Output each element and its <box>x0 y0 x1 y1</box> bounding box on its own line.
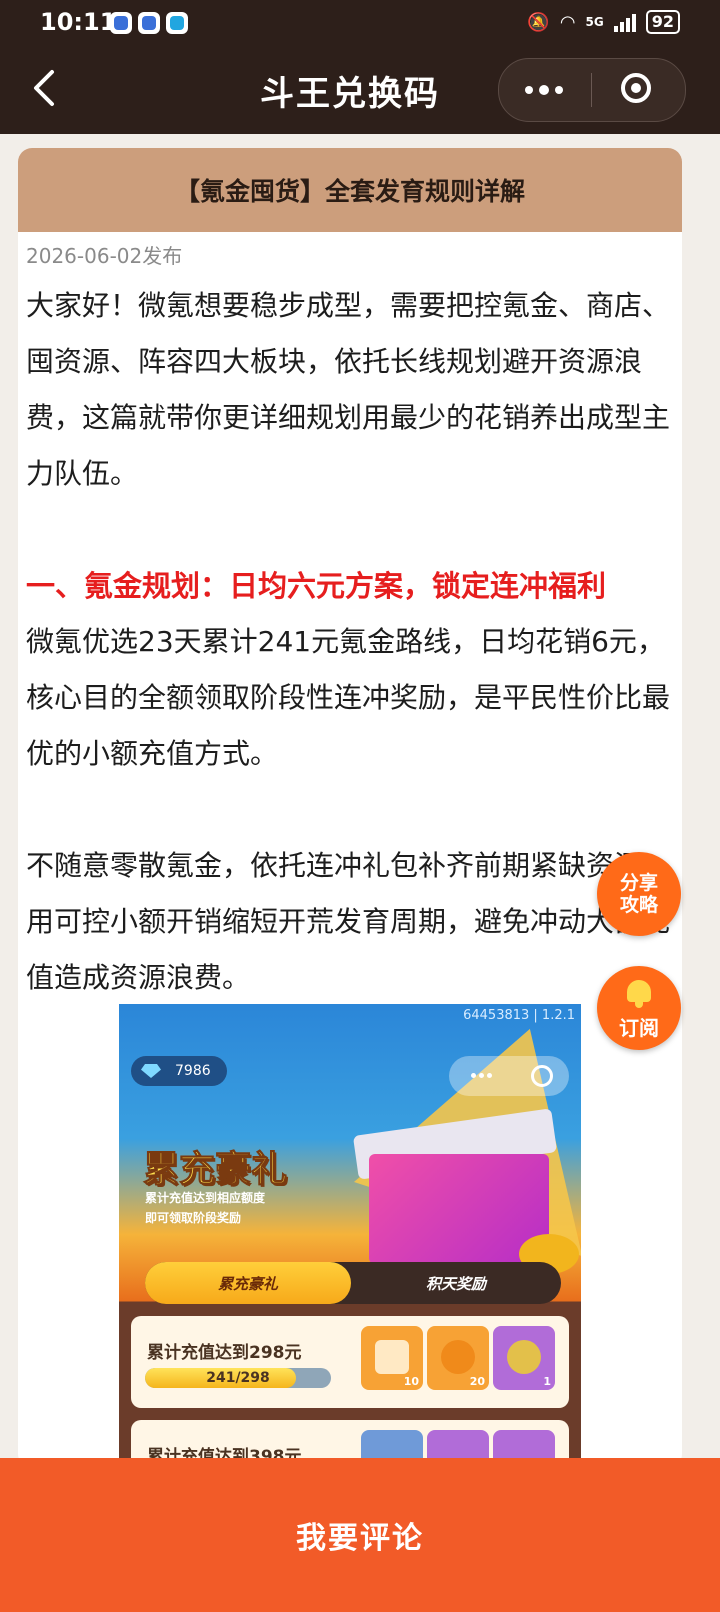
version-label: 64453813 | 1.2.1 <box>463 1008 575 1023</box>
section-paragraph: 不随意零散氪金，依托连冲礼包补齐前期紧缺资源，用可控小额开销缩短开荒发育周期，避… <box>26 849 671 994</box>
mute-icon: 🔕 <box>527 11 550 33</box>
reward-count: 10 <box>403 1375 419 1388</box>
battery-icon: 92 <box>645 10 680 34</box>
subscribe-label: 订阅 <box>619 1016 659 1040</box>
capsule-divider <box>591 73 592 107</box>
inner-capsule <box>449 1056 569 1096</box>
section-paragraph: 微氪优选23天累计241元氪金路线，日均花销6元，核心目的全额领取阶段性连冲奖励… <box>26 625 671 770</box>
diamond-icon <box>141 1064 161 1078</box>
subscribe-button[interactable]: 订阅 <box>597 966 681 1050</box>
close-miniprogram-icon[interactable] <box>621 73 651 103</box>
intro-paragraph: 大家好！微氪想要稳步成型，需要把控氪金、商店、囤资源、阵容四大板块，依托长线规划… <box>26 289 671 490</box>
bell-icon <box>627 980 651 1008</box>
article-card: 【氪金囤货】全套发育规则详解 2026-06-02发布 大家好！微氪想要稳步成型… <box>18 148 682 1468</box>
status-time: 10:11 <box>40 8 117 36</box>
envelope-icon <box>375 1340 409 1374</box>
promo-sub-line: 即可领取阶段奖励 <box>145 1211 242 1225</box>
reward-tabs: 累充豪礼 积天奖励 <box>145 1262 561 1304</box>
app-notification-icon <box>138 12 160 34</box>
reward-label: 累计充值达到298元 <box>147 1343 302 1363</box>
wifi-icon: ◠ <box>559 11 576 33</box>
promo-subtitle: 累计充值达到相应额度 即可领取阶段奖励 <box>145 1188 265 1228</box>
tab-daily: 积天奖励 <box>425 1274 486 1293</box>
signal-icon <box>613 12 636 32</box>
app-notification-icon <box>110 12 132 34</box>
network-label: 5G <box>585 15 604 29</box>
top-bar: 10:11 🔕 ◠ 5G 92 斗王兑换码 <box>0 0 720 134</box>
reward-row: 累计充值达到298元 241/298 10 20 1 <box>131 1316 569 1408</box>
section-title: 一、氪金规划：日均六元方案，锁定连冲福利 <box>26 569 607 603</box>
gem-count: 7986 <box>175 1063 211 1079</box>
status-right: 🔕 ◠ 5G 92 <box>527 10 680 34</box>
reward-progress: 241/298 <box>145 1368 331 1388</box>
notification-icons <box>110 12 188 34</box>
publish-date: 2026-06-02发布 <box>26 244 183 268</box>
promo-sub-line: 累计充值达到相应额度 <box>145 1191 266 1205</box>
share-label: 攻略 <box>619 894 658 916</box>
treasure-icon <box>507 1340 541 1374</box>
more-icon[interactable] <box>525 85 563 95</box>
article-heading: 【氪金囤货】全套发育规则详解 <box>18 148 682 232</box>
share-label: 分享 <box>619 872 658 894</box>
promo-title: 累充豪礼 <box>142 1149 288 1191</box>
reward-progress-text: 241/298 <box>206 1370 270 1386</box>
reward-item: 20 <box>427 1326 489 1390</box>
reward-item: 10 <box>361 1326 423 1390</box>
miniprogram-capsule <box>498 58 686 122</box>
tab-cumulative: 累充豪礼 <box>145 1262 351 1304</box>
reward-item: 1 <box>493 1326 555 1390</box>
reward-count: 1 <box>543 1375 551 1388</box>
share-guide-button[interactable]: 分享 攻略 <box>597 852 681 936</box>
coin-icon <box>441 1340 475 1374</box>
status-bar: 10:11 🔕 ◠ 5G 92 <box>0 0 720 48</box>
comment-button[interactable]: 我要评论 <box>0 1458 720 1612</box>
article-image: 64453813 | 1.2.1 7986 累充豪礼 累计充值达到相应额度 即可… <box>119 1004 581 1468</box>
reward-count: 20 <box>469 1375 485 1388</box>
gem-counter: 7986 <box>131 1056 227 1086</box>
book-app-icon <box>166 12 188 34</box>
